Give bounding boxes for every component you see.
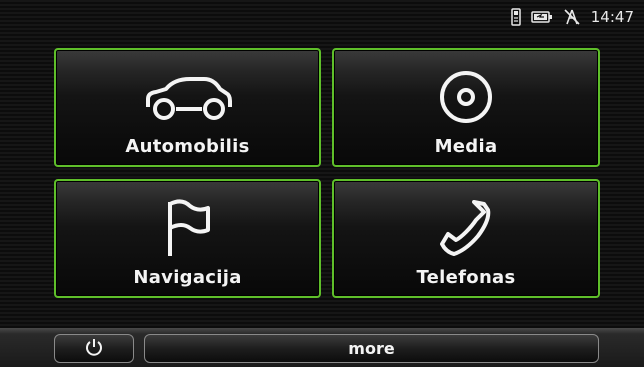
- power-icon: [84, 337, 104, 361]
- disc-icon: [438, 64, 494, 130]
- tile-label: Telefonas: [416, 267, 516, 288]
- tile-label: Automobilis: [125, 136, 250, 157]
- tile-media[interactable]: Media: [332, 48, 600, 167]
- status-bar: 14:47: [0, 0, 644, 34]
- tile-label: Media: [434, 136, 498, 157]
- tile-telefonas[interactable]: Telefonas: [332, 179, 600, 298]
- more-button[interactable]: more: [144, 334, 599, 363]
- no-signal-icon: [563, 8, 581, 26]
- power-button[interactable]: [54, 334, 134, 363]
- bottom-bar: more: [0, 328, 644, 367]
- home-screen: 14:47 Automobilis Media Navigacija Telef…: [0, 0, 644, 367]
- battery-icon: [531, 10, 553, 24]
- car-icon: [142, 64, 234, 130]
- clock-time: 14:47: [590, 8, 634, 26]
- phone-handset-icon: [438, 195, 494, 261]
- tile-automobilis[interactable]: Automobilis: [54, 48, 321, 167]
- phone-icon: [511, 8, 521, 26]
- tile-label: Navigacija: [133, 267, 242, 288]
- tile-navigacija[interactable]: Navigacija: [54, 179, 321, 298]
- flag-icon: [160, 195, 216, 261]
